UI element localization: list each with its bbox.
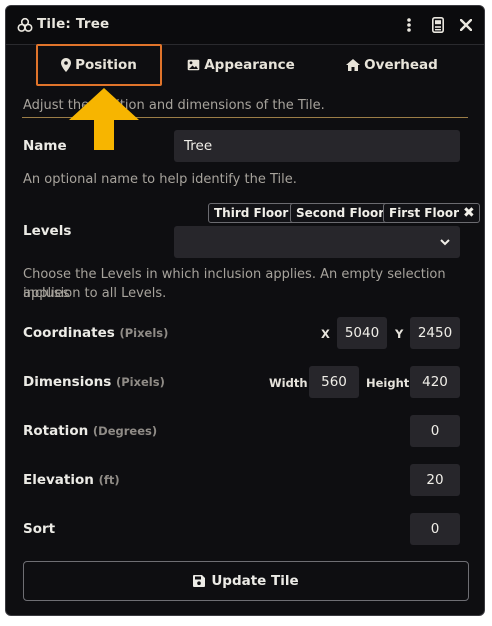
tag-label: Third Floor [214, 206, 289, 220]
save-icon [193, 575, 206, 587]
coordinates-label: Coordinates (Pixels) [23, 325, 168, 341]
tile-config-window: Tile: Tree Position Appearance Overhead … [5, 5, 485, 616]
tab-appearance[interactable]: Appearance [177, 44, 305, 86]
dimensions-label: Dimensions (Pixels) [23, 374, 165, 390]
y-coordinate-input[interactable]: 2450 [410, 317, 460, 349]
elevation-unit: (ft) [98, 473, 120, 487]
close-icon [460, 19, 472, 31]
sort-value: 0 [430, 521, 440, 537]
coordinates-label-text: Coordinates [23, 325, 115, 341]
tab-bar: Position Appearance Overhead [6, 44, 484, 118]
more-options-button[interactable] [399, 15, 419, 35]
levels-label: Levels [23, 223, 72, 239]
levels-hint-line2: inclusion to all Levels. [23, 286, 167, 301]
sort-label: Sort [23, 521, 56, 537]
dimensions-label-text: Dimensions [23, 374, 112, 390]
x-value: 5040 [344, 325, 380, 341]
sheet-icon [432, 17, 444, 33]
tab-label: Position [75, 57, 137, 73]
update-tile-button[interactable]: Update Tile [23, 561, 469, 601]
width-value: 560 [321, 374, 347, 390]
title-bar[interactable]: Tile: Tree [6, 6, 484, 45]
coordinates-unit: (Pixels) [119, 326, 169, 340]
level-tag-first-floor: First Floor ✖ [383, 203, 480, 223]
rotation-unit: (Degrees) [92, 424, 158, 438]
ellipsis-vertical-icon [407, 18, 411, 32]
tag-label: Second Floor [296, 206, 385, 220]
close-button[interactable] [456, 15, 476, 35]
arrow-up-icon [69, 88, 139, 150]
cubes-icon [17, 17, 33, 32]
name-hint: An optional name to help identify the Ti… [23, 172, 297, 187]
sort-input[interactable]: 0 [410, 513, 460, 545]
elevation-label: Elevation (ft) [23, 472, 120, 488]
elevation-input[interactable]: 20 [410, 464, 460, 496]
dimensions-unit: (Pixels) [115, 375, 165, 389]
chevron-down-icon [440, 238, 450, 245]
tab-label: Appearance [204, 57, 295, 73]
y-value: 2450 [417, 325, 453, 341]
update-tile-label: Update Tile [211, 573, 299, 589]
height-value: 420 [422, 374, 448, 390]
elevation-label-text: Elevation [23, 472, 94, 488]
tab-label: Overhead [364, 57, 438, 73]
remove-tag-icon[interactable]: ✖ [463, 206, 475, 220]
height-label: Height [366, 376, 410, 390]
x-coordinate-input[interactable]: 5040 [337, 317, 387, 349]
rotation-label-text: Rotation [23, 423, 89, 439]
name-value: Tree [184, 138, 213, 154]
x-axis-label: X [321, 327, 330, 341]
name-label: Name [23, 138, 67, 154]
window-title: Tile: Tree [37, 16, 110, 32]
sheet-config-button[interactable] [428, 15, 448, 35]
width-input[interactable]: 560 [309, 366, 359, 398]
image-icon [187, 59, 200, 71]
levels-select[interactable] [174, 226, 460, 258]
map-pin-icon [61, 58, 72, 72]
rotation-input[interactable]: 0 [410, 415, 460, 447]
rotation-value: 0 [430, 423, 440, 439]
tab-position[interactable]: Position [36, 44, 162, 86]
width-label: Width [269, 376, 308, 390]
rotation-label: Rotation (Degrees) [23, 423, 157, 439]
house-icon [346, 59, 361, 71]
tag-label: First Floor [389, 206, 460, 220]
name-input[interactable]: Tree [174, 130, 460, 162]
elevation-value: 20 [426, 472, 444, 488]
height-input[interactable]: 420 [410, 366, 460, 398]
y-axis-label: Y [395, 327, 404, 341]
tab-overhead[interactable]: Overhead [327, 44, 457, 86]
